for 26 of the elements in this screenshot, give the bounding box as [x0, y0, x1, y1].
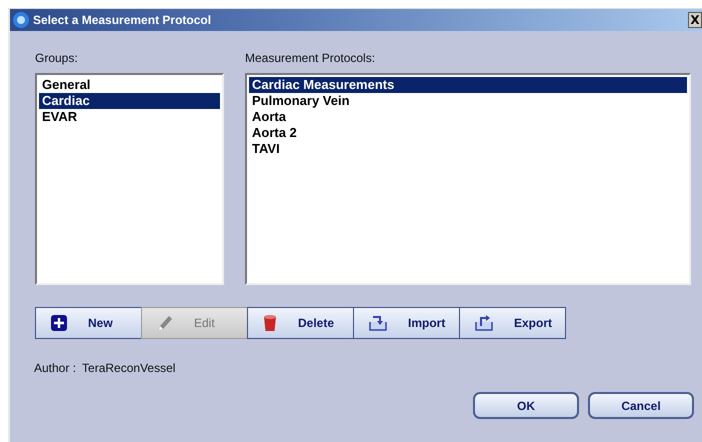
author-label: Author :: [34, 361, 76, 375]
export-button[interactable]: Export: [459, 307, 566, 339]
list-item[interactable]: Cardiac Measurements: [249, 77, 687, 93]
pencil-icon: [156, 314, 174, 332]
close-button[interactable]: X: [688, 12, 702, 28]
new-button[interactable]: New: [35, 307, 142, 339]
delete-button[interactable]: Delete: [247, 307, 354, 339]
dialog-button[interactable]: OK: [473, 392, 579, 419]
list-item[interactable]: Aorta: [249, 109, 687, 125]
list-item[interactable]: TAVI: [249, 141, 687, 157]
trash-can-icon: [262, 314, 278, 332]
author-name: TeraReconVessel: [82, 361, 176, 375]
import-button[interactable]: Import: [353, 307, 460, 339]
list-item[interactable]: Aorta 2: [249, 125, 687, 141]
list-label: Groups:: [35, 51, 79, 65]
plus-icon: [50, 314, 68, 332]
app-icon: [12, 11, 30, 29]
tray-arrow-icon: [368, 314, 388, 332]
tray-arrow-icon: [474, 314, 494, 332]
list-item[interactable]: General: [39, 77, 220, 93]
list-label: Measurement Protocols:: [245, 51, 376, 65]
dialog-button[interactable]: Cancel: [588, 392, 694, 419]
window-title: Select a Measurement Protocol: [33, 13, 212, 27]
list-item[interactable]: Cardiac: [39, 93, 220, 109]
list-item[interactable]: EVAR: [39, 109, 220, 125]
list-item[interactable]: Pulmonary Vein: [249, 93, 687, 109]
